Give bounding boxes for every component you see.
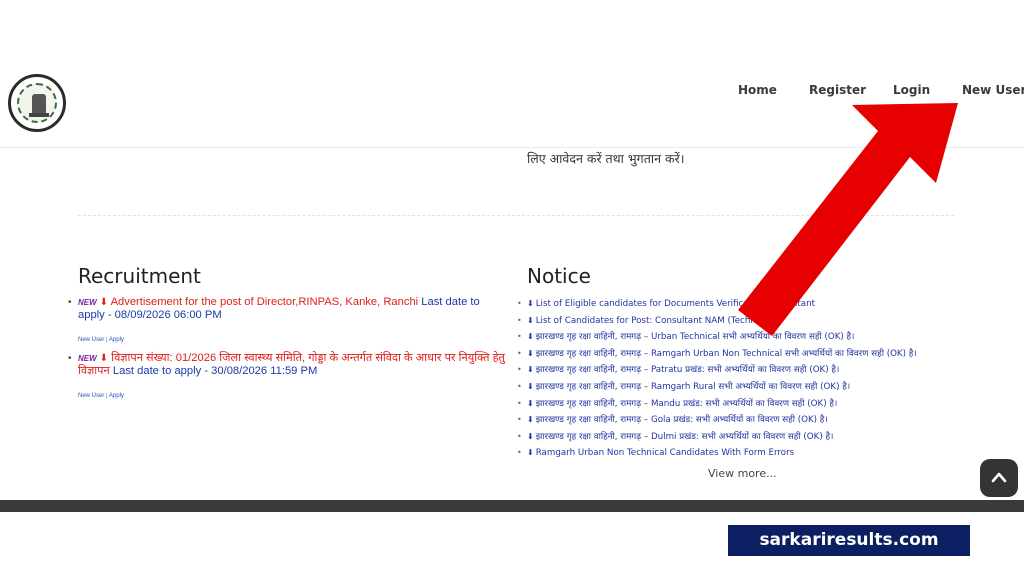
page: Home Register Login New User लिए आवेदन क… [0, 0, 1024, 576]
red-arrow-annotation [738, 103, 958, 336]
arrow-shape [738, 103, 958, 336]
site-watermark: sarkariresults.com [728, 525, 970, 556]
